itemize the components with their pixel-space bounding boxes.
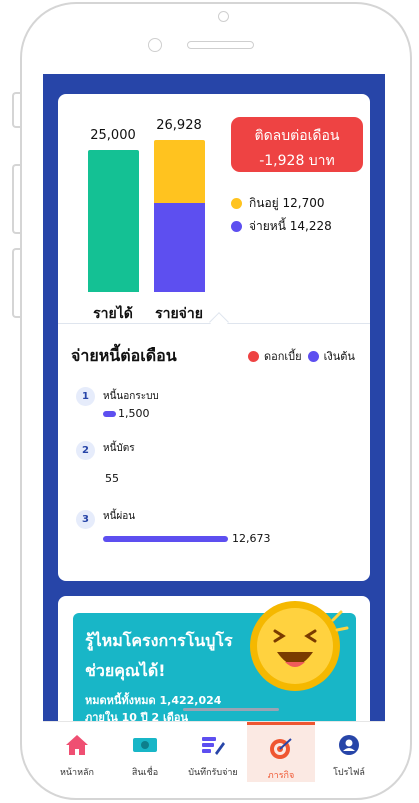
legend-interest-label: ดอกเบี้ย [264,350,302,363]
deficit-title: ติดลบต่อเดือน [254,128,340,144]
legend-debt: จ่ายหนี้ 14,228 [231,217,332,236]
income-bar [88,150,139,292]
legend-debt-label: จ่ายหนี้ 14,228 [249,219,332,233]
income-value: 25,000 [90,128,136,143]
debt-item-name: หนี้ผ่อน [103,511,136,522]
promo-subtitle-line1: หมดหนี้ทั้งหมด 1,422,024 [85,694,222,707]
legend-principal-label: เงินต้น [323,350,355,363]
scroll-indicator [183,708,279,711]
tab-profile[interactable]: โปรไฟล์ [315,722,383,782]
interest-dot-icon [248,350,259,362]
phone-mockup: 25,000 26,928 รายได้ รายจ่าย ติดลบต่อเดื… [0,0,419,803]
notebook-pen-icon [202,737,225,755]
debt-item-number: 1 [76,387,95,406]
speaker-grille [187,41,254,49]
debt-item-number: 3 [76,510,95,529]
app-screen: 25,000 26,928 รายได้ รายจ่าย ติดลบต่อเดื… [43,74,385,782]
expense-value: 26,928 [156,118,202,133]
tab-loan[interactable]: สินเชื่อ [111,722,179,782]
budget-summary-card: 25,000 26,928 รายได้ รายจ่าย ติดลบต่อเดื… [58,94,370,581]
debt-item-value: 12,673 [232,532,271,545]
tab-label: บันทึกรับจ่าย [188,768,238,778]
debt-item-number: 2 [76,441,95,460]
debt-item-name: หนี้นอกระบบ [103,391,159,402]
debt-legend: ดอกเบี้ย เงินต้น [248,347,355,365]
tab-label: โปรไฟล์ [333,768,365,778]
promo-title-line1: รู้ไหมโครงการโนบูโร [85,631,233,650]
debt-item-name: หนี้บัตร [103,443,135,454]
tab-label: หน้าหลัก [59,768,95,778]
tab-records[interactable]: บันทึกรับจ่าย [179,722,247,782]
deficit-badge: ติดลบต่อเดือน -1,928 บาท [231,117,363,172]
camera-icon [218,11,229,22]
tab-home[interactable]: หน้าหลัก [43,722,111,782]
expense-label: รายจ่าย [155,306,203,322]
debt-dot-icon [231,221,242,232]
debt-item-bar [103,411,116,417]
user-icon [339,735,359,755]
debt-item-value: 1,500 [118,407,150,420]
sensor-icon [148,38,162,52]
tab-missions[interactable]: ภารกิจ [247,722,315,782]
promo-title-line2: ช่วยคุณได้! [85,661,166,680]
coin-mascot-icon [250,601,349,691]
expense-bar-food [154,140,205,203]
food-dot-icon [231,198,242,209]
debt-section-title: จ่ายหนี้ต่อเดือน [71,346,177,365]
principal-dot-icon [307,350,319,362]
debt-item-value: 55 [105,472,119,485]
tab-label: ภารกิจ [267,771,295,781]
tab-label: สินเชื่อ [131,768,159,778]
expense-bar-debt [154,203,205,292]
legend-food: กินอยู่ 12,700 [231,194,325,213]
home-icon [66,735,88,755]
legend-food-label: กินอยู่ 12,700 [249,196,325,210]
target-icon [270,738,292,759]
debt-item-bar [103,536,228,542]
income-label: รายได้ [93,306,133,322]
cash-icon [133,738,157,752]
bottom-tab-bar: หน้าหลัก สินเชื่อ บันทึกรับจ่าย ภารกิจ โ… [43,721,385,782]
deficit-amount: -1,928 บาท [259,153,335,169]
